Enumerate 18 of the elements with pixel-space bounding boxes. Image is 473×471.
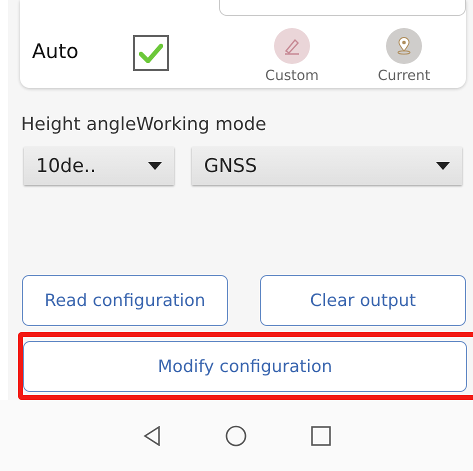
action-label[interactable]: Custom xyxy=(265,68,319,84)
recents-icon[interactable] xyxy=(310,426,330,446)
dropdown[interactable]: 10de.. xyxy=(24,147,174,185)
pencil-icon xyxy=(282,36,302,56)
dropdown-arrow-icon xyxy=(148,162,162,170)
auto-checkbox[interactable] xyxy=(133,35,170,71)
action-label[interactable]: Current xyxy=(378,68,430,84)
dropdown-arrow-icon xyxy=(436,162,450,170)
field-label: Working mode xyxy=(136,114,266,135)
modify-configuration-button[interactable]: Modify configuration xyxy=(23,341,467,392)
dropdown[interactable]: GNSS xyxy=(192,147,462,185)
outline-button[interactable]: Read configuration xyxy=(22,275,228,326)
outline-button[interactable]: Clear output xyxy=(260,275,466,326)
auto-label: Auto xyxy=(32,39,78,63)
back-icon[interactable] xyxy=(142,426,160,446)
field-label: Height angle xyxy=(21,114,136,135)
home-icon[interactable] xyxy=(224,424,246,446)
checkmark-icon xyxy=(139,43,164,63)
